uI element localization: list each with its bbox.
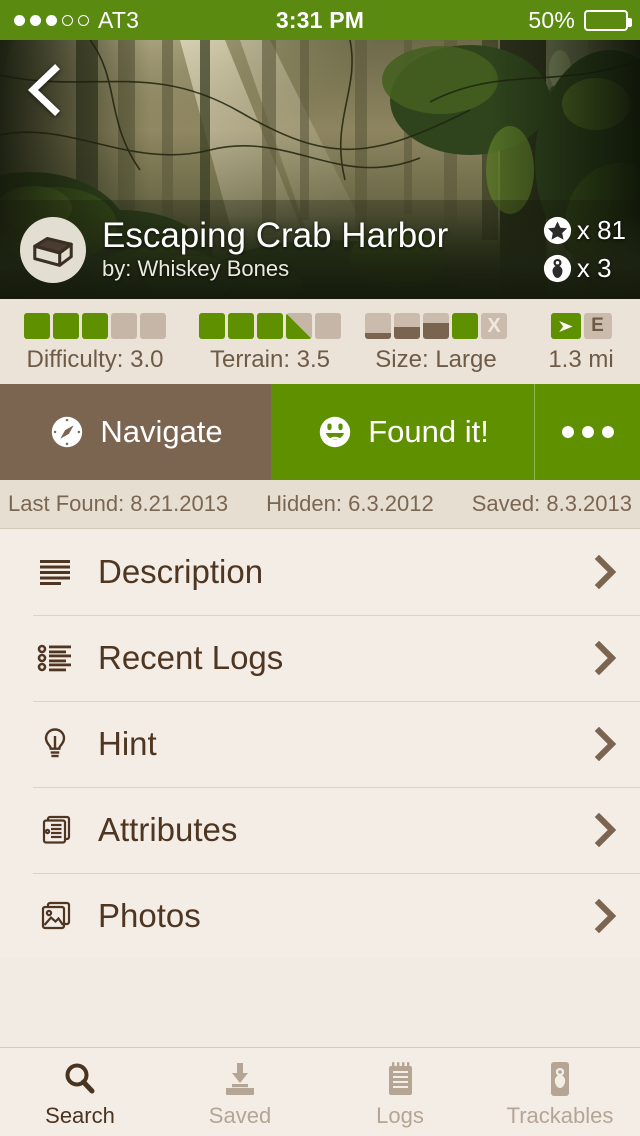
distance-badges: E	[522, 313, 640, 339]
battery-icon	[584, 9, 632, 31]
status-bar: AT3 3:31 PM 50%	[0, 0, 640, 40]
chevron-right-icon	[594, 899, 617, 933]
favorites-count: x 81	[543, 215, 626, 246]
trackables-count: x 3	[543, 253, 612, 284]
app-screen: AT3 3:31 PM 50% Escaping Crab Harbor by:…	[0, 0, 640, 1136]
navigate-button[interactable]: Navigate	[0, 384, 271, 480]
menu-item-label: Attributes	[98, 811, 238, 848]
notepad-icon	[389, 1062, 412, 1095]
chevron-right-icon	[594, 813, 617, 847]
distance-stat: E 1.3 mi	[522, 313, 640, 374]
tab-logs[interactable]: Logs	[320, 1048, 480, 1136]
bullet-list-icon	[33, 640, 77, 676]
size-boxes: X	[350, 313, 522, 339]
last-found-date: Last Found: 8.21.2013	[8, 491, 229, 516]
cache-title-bar: Escaping Crab Harbor by: Whiskey Bones x…	[0, 200, 640, 299]
action-bar: Navigate Found it!	[0, 384, 640, 480]
chevron-left-icon	[27, 64, 60, 116]
distance-label: 1.3 mi	[548, 346, 614, 373]
tab-label: Trackables	[506, 1103, 614, 1128]
terrain-pips	[190, 313, 350, 339]
terrain-stat: Terrain: 3.5	[190, 313, 350, 374]
cache-title: Escaping Crab Harbor	[102, 217, 449, 255]
difficulty-label: Difficulty: 3.0	[26, 346, 164, 373]
text-lines-icon	[33, 554, 77, 590]
tab-label: Search	[45, 1103, 115, 1128]
difficulty-stat: Difficulty: 3.0	[0, 313, 190, 374]
smiley-icon	[319, 416, 351, 448]
menu-item-label: Photos	[98, 897, 201, 934]
bottom-tab-bar: Search Saved Logs Trackables	[0, 1047, 640, 1136]
pages-icon	[33, 812, 77, 848]
tab-trackables[interactable]: Trackables	[480, 1048, 640, 1136]
tab-search[interactable]: Search	[0, 1048, 160, 1136]
chevron-right-icon	[594, 641, 617, 675]
tab-label: Logs	[376, 1103, 424, 1128]
ammo-box-icon	[33, 236, 73, 267]
menu-item-hint[interactable]: Hint	[0, 701, 640, 787]
cache-owner: by: Whiskey Bones	[102, 256, 290, 281]
cache-dates-bar: Last Found: 8.21.2013 Hidden: 6.3.2012 S…	[0, 480, 640, 529]
back-button[interactable]	[22, 62, 68, 118]
direction-arrow-badge	[550, 313, 581, 339]
hidden-date: Hidden: 6.3.2012	[266, 491, 434, 516]
menu-item-recent-logs[interactable]: Recent Logs	[0, 615, 640, 701]
status-bar-right: 50%	[528, 6, 632, 34]
trackable-icon	[543, 254, 571, 283]
menu-item-description[interactable]: Description	[0, 529, 640, 615]
cache-title-block: Escaping Crab Harbor by: Whiskey Bones	[86, 217, 535, 282]
terrain-label: Terrain: 3.5	[209, 346, 331, 373]
found-it-label: Found it!	[368, 414, 489, 449]
size-stat: X Size: Large	[350, 313, 522, 374]
menu-item-label: Hint	[98, 725, 157, 762]
trackables-count-label: x 3	[576, 253, 612, 283]
menu-item-label: Description	[98, 553, 264, 590]
saved-date: Saved: 8.3.2013	[471, 491, 632, 516]
download-tray-icon	[226, 1063, 254, 1095]
battery-percent-label: 50%	[528, 6, 575, 33]
cache-type-badge[interactable]	[20, 216, 86, 283]
found-it-button[interactable]: Found it!	[271, 384, 535, 480]
trackable-tag-icon	[551, 1062, 569, 1096]
cache-detail-menu: Description Recent Logs Hint Attributes …	[0, 529, 640, 959]
navigate-label: Navigate	[100, 414, 223, 449]
magnifier-icon	[65, 1063, 95, 1094]
star-icon	[543, 216, 571, 245]
compass-icon	[52, 416, 83, 448]
menu-item-label: Recent Logs	[98, 639, 284, 676]
tab-label: Saved	[208, 1103, 272, 1128]
difficulty-pips	[0, 313, 190, 339]
size-label: Size: Large	[375, 346, 497, 373]
lightbulb-icon	[33, 726, 77, 762]
cache-stats-bar: Difficulty: 3.0 Terrain: 3.5 X Size: Lar…	[0, 299, 640, 384]
menu-item-photos[interactable]: Photos	[0, 873, 640, 959]
size-box-none: X	[481, 313, 507, 339]
direction-letter-badge: E	[583, 313, 612, 339]
chevron-right-icon	[594, 727, 617, 761]
tab-saved[interactable]: Saved	[160, 1048, 320, 1136]
ellipsis-icon	[561, 426, 614, 438]
menu-item-attributes[interactable]: Attributes	[0, 787, 640, 873]
more-actions-button[interactable]	[535, 384, 640, 480]
chevron-right-icon	[594, 555, 617, 589]
arrow-right-icon	[559, 320, 573, 332]
cache-hero-image: Escaping Crab Harbor by: Whiskey Bones x…	[0, 40, 640, 299]
photos-icon	[33, 898, 77, 934]
cache-counts: x 81 x 3	[535, 215, 626, 284]
favorites-count-label: x 81	[576, 215, 626, 245]
